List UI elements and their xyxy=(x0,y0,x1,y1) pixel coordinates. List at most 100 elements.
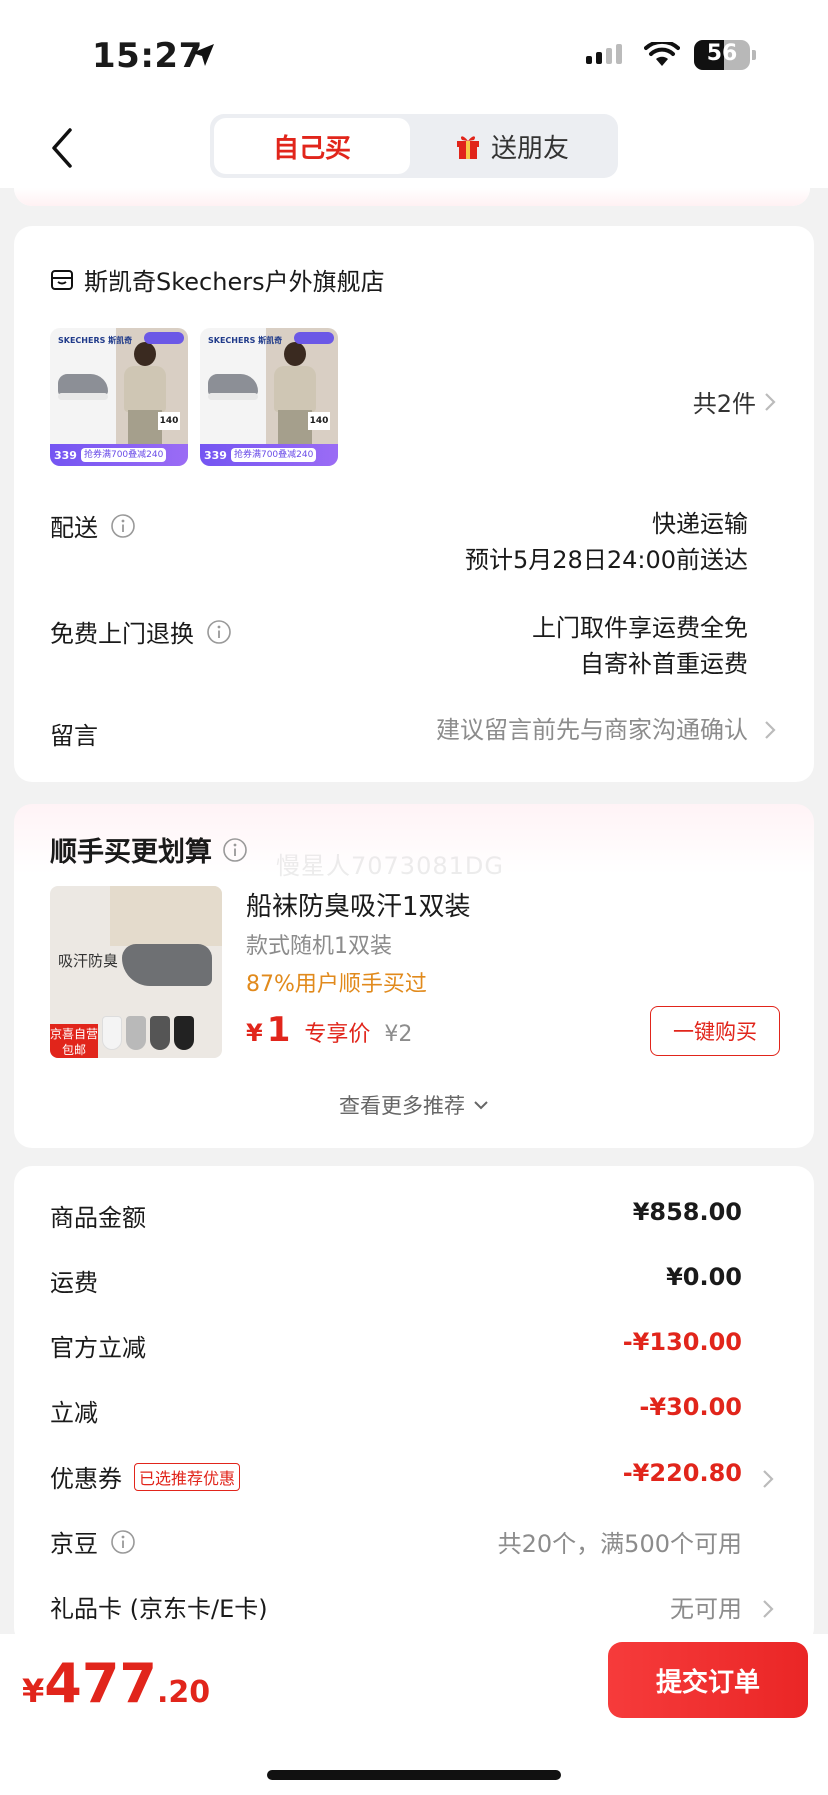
sock-product-image[interactable]: 吸汗防臭 京喜自营 包邮 xyxy=(50,886,222,1058)
tab-buy-for-self[interactable]: 自己买 xyxy=(214,118,410,174)
gift-icon xyxy=(456,136,479,159)
summary-value: ¥858.00 xyxy=(632,1198,742,1226)
recommendation-title: 顺手买更划算 xyxy=(50,837,212,868)
see-more-recommendations[interactable]: 查看更多推荐 xyxy=(14,1090,814,1120)
thumb-price: 339 xyxy=(204,448,227,462)
buyers-percent: 87%用户顺手买过 xyxy=(246,972,427,997)
summary-value: 共20个，满500个可用 xyxy=(497,1530,742,1558)
sock-product-spec: 款式随机1双装 xyxy=(246,934,392,959)
info-icon[interactable] xyxy=(206,619,232,645)
product-thumbnail[interactable]: SKECHERS 斯凯奇 140 339 抢券满700叠减240 xyxy=(200,328,338,466)
delivery-method: 快递运输 xyxy=(652,510,748,538)
summary-label: 礼品卡 (京东卡/E卡) xyxy=(50,1595,268,1623)
summary-label: 运费 xyxy=(50,1269,98,1297)
info-icon[interactable] xyxy=(222,837,248,863)
summary-row: 立减 -¥30.00 xyxy=(50,1393,814,1433)
battery-icon: 56 xyxy=(694,40,750,70)
summary-label: 京豆 xyxy=(50,1530,98,1558)
summary-label: 官方立减 xyxy=(50,1334,146,1362)
thumb-promo: 抢券满700叠减240 xyxy=(230,448,317,462)
tab-send-to-friend[interactable]: 送朋友 xyxy=(410,118,614,174)
delivery-info[interactable]: 快递运输 预计5月28日24:00前送达 xyxy=(465,506,748,578)
summary-value: -¥30.00 xyxy=(639,1393,742,1421)
delivery-label: 配送 xyxy=(50,514,98,542)
coupon-badge: 已选推荐优惠 xyxy=(134,1462,241,1491)
gift-card-row[interactable]: 礼品卡 (京东卡/E卡) 无可用 xyxy=(50,1589,814,1629)
price-value: 1 xyxy=(266,1010,291,1050)
see-more-label: 查看更多推荐 xyxy=(339,1094,465,1118)
product-thumbnail[interactable]: SKECHERS 斯凯奇 140 339 抢券满700叠减240 xyxy=(50,328,188,466)
info-icon[interactable] xyxy=(110,513,136,539)
delivery-row-label: 配送 xyxy=(50,508,136,543)
summary-label: 立减 xyxy=(50,1399,98,1427)
price-tag: 专享价 xyxy=(304,1022,371,1047)
model-image xyxy=(122,342,168,446)
summary-value: 无可用 xyxy=(670,1595,742,1623)
home-indicator[interactable] xyxy=(267,1770,561,1780)
store-order-card: 斯凯奇Skechers户外旗舰店 SKECHERS 斯凯奇 140 339 抢券… xyxy=(14,226,814,782)
recommendation-title-row: 顺手买更划算 xyxy=(50,830,248,869)
thumb-tag: 140 xyxy=(158,412,180,430)
summary-value: -¥130.00 xyxy=(622,1328,742,1356)
summary-row: 商品金额 ¥858.00 xyxy=(50,1198,814,1238)
summary-value: ¥0.00 xyxy=(666,1263,742,1291)
thumb-promo-bar: 339 抢券满700叠减240 xyxy=(200,444,338,466)
item-count: 共2件 xyxy=(692,390,756,418)
info-icon[interactable] xyxy=(110,1529,136,1555)
tab-gift-label: 送朋友 xyxy=(490,133,569,164)
summary-row: 运费 ¥0.00 xyxy=(50,1263,814,1303)
total-decimal: .20 xyxy=(157,1675,211,1710)
thumb-price: 339 xyxy=(54,448,77,462)
total-currency: ¥ xyxy=(22,1672,45,1710)
one-click-buy-button[interactable]: 一键购买 xyxy=(650,1006,780,1056)
shoe-image xyxy=(58,374,108,400)
summary-label-wrap: 优惠券 已选推荐优惠 xyxy=(50,1459,241,1494)
store-header[interactable]: 斯凯奇Skechers户外旗舰店 xyxy=(50,262,385,297)
return-info: 上门取件享运费全免 自寄补首重运费 xyxy=(532,610,748,682)
model-image xyxy=(272,342,318,446)
image-caption: 吸汗防臭 xyxy=(58,952,119,970)
chevron-right-icon xyxy=(763,1470,774,1488)
order-total: ¥ 477 .20 xyxy=(22,1652,210,1715)
summary-label: 商品金额 xyxy=(50,1204,146,1232)
store-name: 斯凯奇Skechers户外旗舰店 xyxy=(84,268,385,296)
return-line-1: 上门取件享运费全免 xyxy=(532,614,748,642)
return-line-2: 自寄补首重运费 xyxy=(580,650,748,678)
summary-label-wrap: 京豆 xyxy=(50,1524,136,1559)
chevron-right-icon[interactable] xyxy=(764,720,776,740)
summary-label: 优惠券 xyxy=(50,1465,122,1493)
thumb-tag: 140 xyxy=(308,412,330,430)
back-icon[interactable] xyxy=(44,126,84,170)
remark-label: 留言 xyxy=(50,722,98,750)
coupon-row[interactable]: 优惠券 已选推荐优惠 -¥220.80 xyxy=(50,1459,814,1499)
nav-bar: 自己买 送朋友 xyxy=(0,110,828,188)
jingdou-row: 京豆 共20个，满500个可用 xyxy=(50,1524,814,1564)
wifi-icon xyxy=(644,42,680,66)
previous-card-edge xyxy=(14,188,810,206)
summary-value: -¥220.80 xyxy=(622,1459,742,1487)
sock-price: ¥ 1 专享价 ¥2 xyxy=(246,1010,412,1050)
chevron-down-icon xyxy=(474,1101,488,1110)
recommendation-card: 顺手买更划算 慢星人7073081DG 吸汗防臭 京喜自营 包邮 船袜防臭吸汗1… xyxy=(14,804,814,1148)
thumb-promo-bar: 339 抢券满700叠减240 xyxy=(50,444,188,466)
checkout-bar: ¥ 477 .20 提交订单 xyxy=(0,1634,828,1795)
status-bar: 15:27 56 xyxy=(0,0,828,110)
shoe-image xyxy=(208,374,258,400)
summary-row: 官方立减 -¥130.00 xyxy=(50,1328,814,1368)
total-integer: 477 xyxy=(44,1652,157,1715)
thumb-promo: 抢券满700叠减240 xyxy=(80,448,167,462)
watermark: 慢星人7073081DG xyxy=(276,852,504,880)
status-time: 15:27 xyxy=(92,36,203,76)
item-count-link[interactable]: 共2件 xyxy=(693,384,776,419)
sock-product-name[interactable]: 船袜防臭吸汗1双装 xyxy=(246,886,471,923)
cellular-signal-icon xyxy=(586,44,622,64)
price-summary-card: 商品金额 ¥858.00 运费 ¥0.00 官方立减 -¥130.00 立减 -… xyxy=(14,1166,814,1646)
chevron-right-icon xyxy=(765,392,776,411)
remark-input[interactable]: 建议留言前先与商家沟通确认 xyxy=(436,712,748,748)
original-price: ¥2 xyxy=(384,1022,413,1047)
location-arrow-icon xyxy=(192,44,214,66)
store-icon xyxy=(51,269,73,290)
submit-order-button[interactable]: 提交订单 xyxy=(608,1642,808,1718)
purchase-mode-switch: 自己买 送朋友 xyxy=(210,114,618,178)
battery-level: 56 xyxy=(706,41,738,66)
